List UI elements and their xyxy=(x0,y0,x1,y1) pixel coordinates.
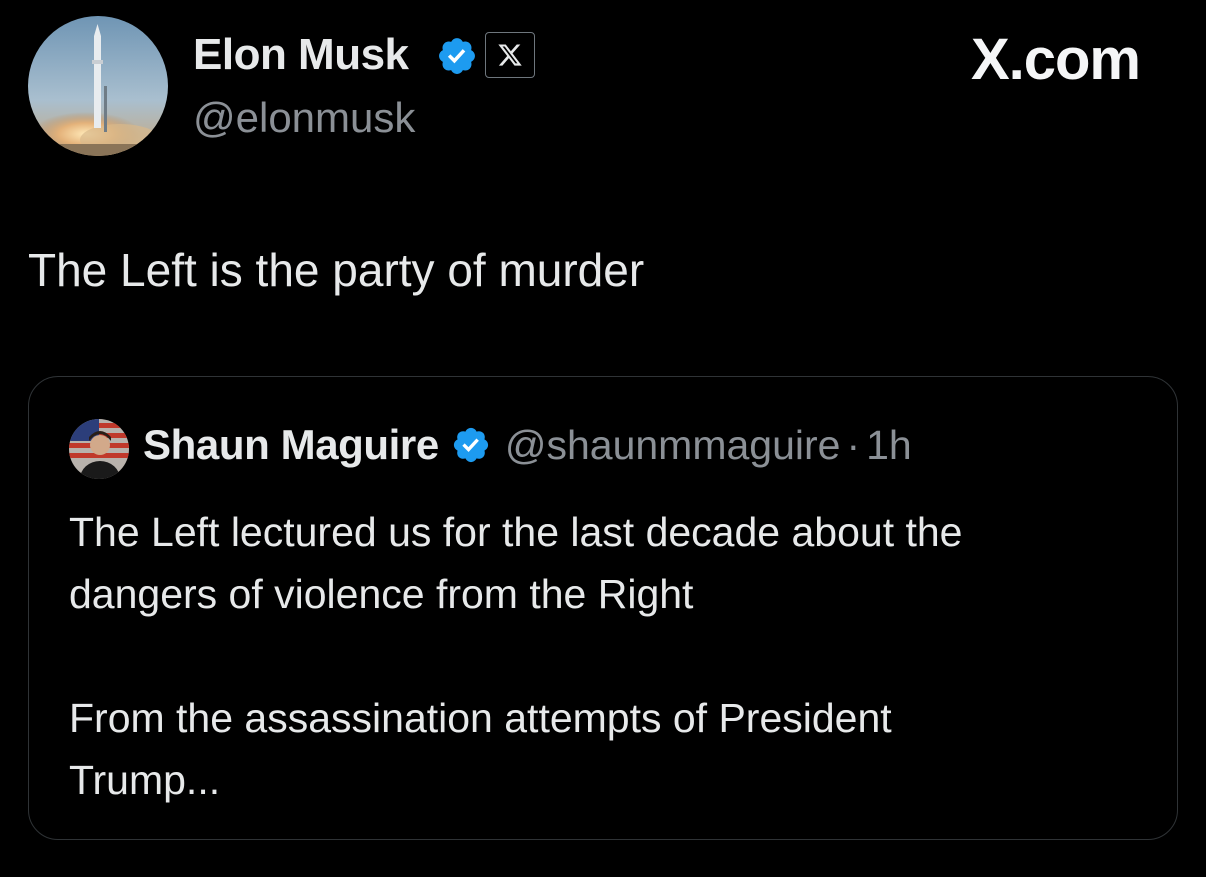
quoted-tweet-header: Shaun Maguire @shaunmmaguire · 1h xyxy=(143,421,912,469)
quoted-text-line: dangers of violence from the Right xyxy=(69,571,694,617)
author-name[interactable]: Elon Musk xyxy=(193,30,409,80)
quoted-tweet-card[interactable]: Shaun Maguire @shaunmmaguire · 1h The Le… xyxy=(28,376,1178,840)
affiliation-badge[interactable] xyxy=(485,32,535,78)
quoted-author-avatar[interactable] xyxy=(69,419,129,479)
quoted-tweet-time[interactable]: 1h xyxy=(866,422,912,469)
quoted-author-name[interactable]: Shaun Maguire xyxy=(143,421,439,469)
brand-watermark: X.com xyxy=(970,27,1141,92)
author-handle[interactable]: @elonmusk xyxy=(193,94,415,142)
verified-badge-icon xyxy=(453,427,488,463)
quoted-text-line: The Left lectured us for the last decade… xyxy=(69,509,963,555)
quoted-text-line: From the assassination attempts of Presi… xyxy=(69,695,892,741)
verified-badge-icon xyxy=(439,38,475,74)
quoted-text-line: Trump... xyxy=(69,757,221,803)
separator-dot: · xyxy=(846,421,861,468)
author-avatar[interactable] xyxy=(28,16,168,156)
quoted-tweet-text: The Left lectured us for the last decade… xyxy=(69,501,1149,811)
quoted-author-handle[interactable]: @shaunmmaguire xyxy=(505,422,841,469)
x-logo-icon xyxy=(498,44,522,66)
tweet-text: The Left is the party of murder xyxy=(28,244,645,296)
